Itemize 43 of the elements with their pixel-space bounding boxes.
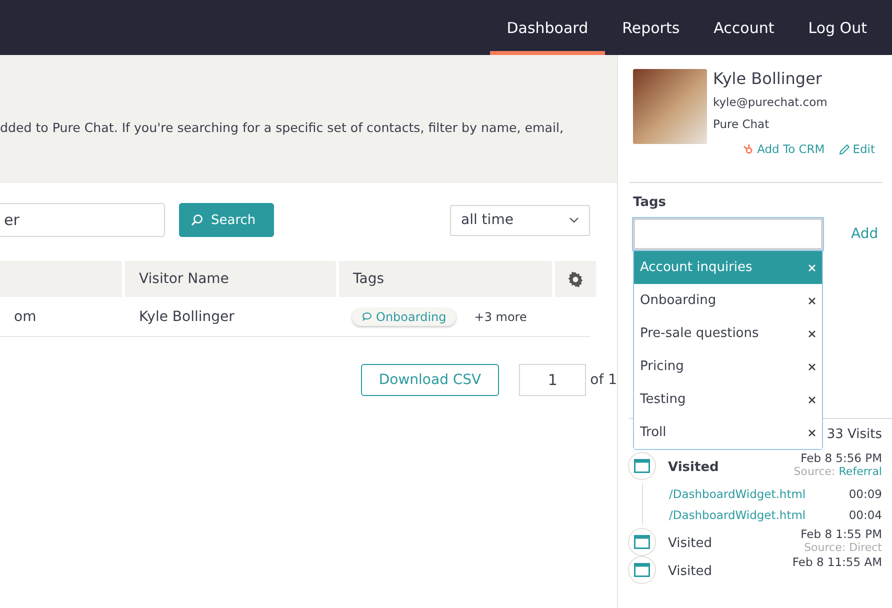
visit-time: Feb 8 5:56 PM: [800, 452, 882, 465]
remove-icon[interactable]: [808, 362, 816, 370]
time-range-select[interactable]: all time: [450, 204, 590, 236]
visit-label: Visited: [668, 460, 719, 475]
column-header: Tags: [339, 261, 552, 297]
visit-label: Visited: [668, 564, 712, 579]
tags-label: Tags: [633, 195, 668, 211]
visit-source: Source: Direct: [804, 541, 882, 554]
table-cell-text: Kyle Bollinger: [138, 308, 236, 324]
browser-window-icon: [634, 459, 650, 473]
nav-link[interactable]: Reports: [605, 0, 697, 55]
speech-bubble-icon: [362, 312, 372, 321]
visit-count: 33 Visits: [826, 427, 882, 442]
sprocket-icon: [742, 143, 754, 155]
browser-window-icon: [634, 563, 650, 577]
visit-label: Visited: [668, 536, 712, 551]
contact-company: Pure Chat: [713, 117, 770, 131]
more-tags-link[interactable]: +3 more: [474, 310, 527, 324]
pencil-icon: [838, 144, 850, 154]
page-duration: 00:09: [848, 486, 882, 500]
intro-text: dded to Pure Chat. If you're searching for a specific set of contacts, filter by name, email,: [0, 120, 564, 134]
settings-icon[interactable]: [567, 270, 584, 288]
page-count: of 1: [590, 372, 617, 388]
tag-input-field[interactable]: [633, 218, 823, 250]
search-field[interactable]: er: [0, 203, 165, 237]
table-cell-text: om: [13, 308, 38, 324]
contact-name: Kyle Bollinger: [713, 69, 823, 89]
contact-email: kyle@purechat.com: [713, 95, 828, 109]
visit-time: Feb 8 11:55 AM: [792, 556, 882, 569]
remove-icon[interactable]: [808, 330, 816, 338]
chevron-down-icon: [569, 217, 579, 223]
remove-icon[interactable]: [808, 428, 816, 436]
page-duration: 00:04: [848, 508, 882, 522]
page-number-field[interactable]: 1: [519, 364, 586, 396]
visit-time: Feb 8 1:55 PM: [800, 528, 882, 541]
browser-window-icon: [634, 535, 650, 549]
nav-link[interactable]: Log Out: [791, 0, 884, 55]
search-icon: [191, 214, 203, 226]
visit-source: Source: Referral: [794, 465, 882, 478]
remove-icon[interactable]: [808, 396, 816, 404]
column-header: Visitor Name: [125, 261, 336, 297]
remove-icon[interactable]: [808, 296, 816, 304]
nav-link[interactable]: Account: [696, 0, 792, 55]
